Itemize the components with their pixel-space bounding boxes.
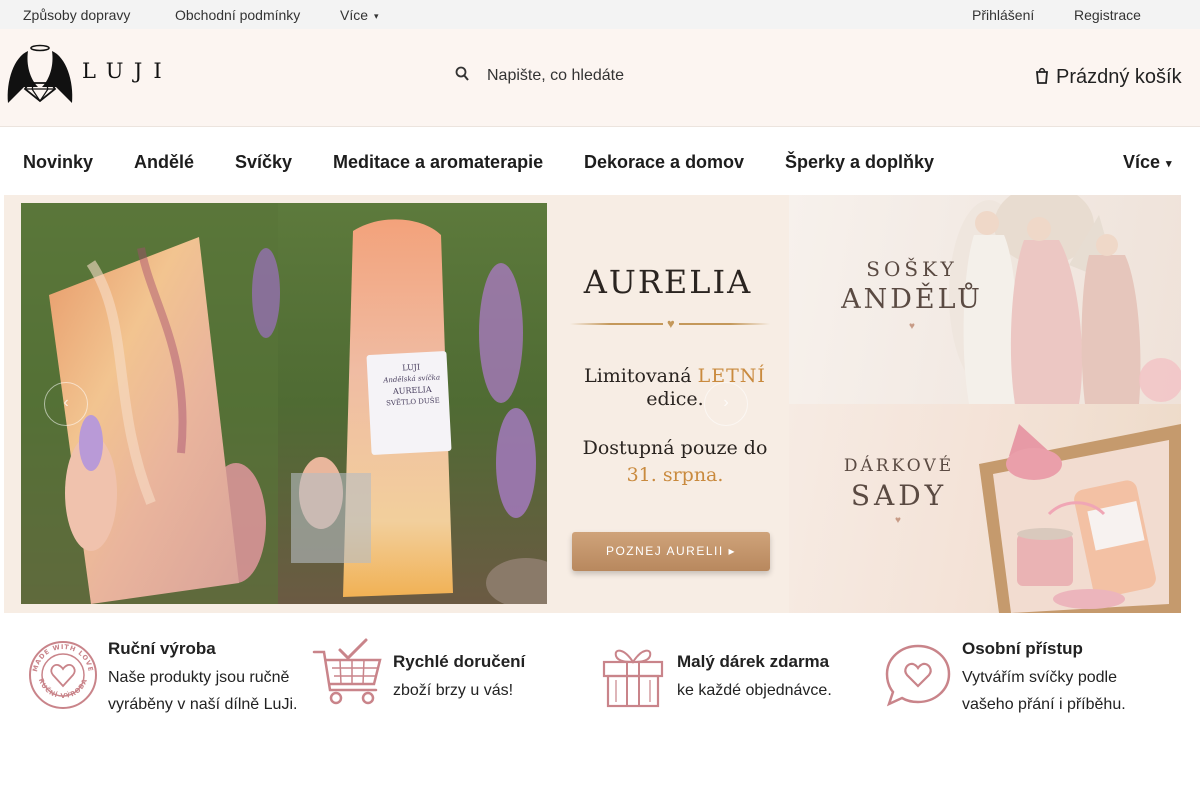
angel-figurines-banner[interactable]: SOŠKY ANDĚLŮ ♥ <box>789 195 1181 404</box>
benefit-title: Malý dárek zdarma <box>677 652 830 671</box>
slider-title: AURELIA <box>583 263 753 301</box>
gift-icon <box>602 649 664 708</box>
heart-icon: ♥ <box>909 321 915 332</box>
benefit-text-line2: vyráběny v naší dílně LuJi. <box>108 696 298 713</box>
main-navigation: Novinky Andělé Svíčky Meditace a aromate… <box>0 127 1200 195</box>
benefit-text: ke každé objednávce. <box>677 682 832 699</box>
slider-limited-text: Limitovaná LETNÍ edice. <box>547 365 789 411</box>
svg-text:RUČNÍ VÝROBA: RUČNÍ VÝROBA <box>37 677 89 700</box>
nav-item-andele[interactable]: Andělé <box>134 152 194 173</box>
nav-item-dekorace[interactable]: Dekorace a domov <box>584 152 744 173</box>
benefit-title: Ruční výroba <box>108 639 216 658</box>
slider-limited-pre: Limitovaná <box>584 365 698 387</box>
candle-photo: LUJI Andělská svíčka AURELIA SVĚTLO DUŠE <box>21 203 547 604</box>
shipping-link[interactable]: Způsoby dopravy <box>23 7 130 23</box>
hero-slider[interactable]: LUJI Andělská svíčka AURELIA SVĚTLO DUŠE… <box>4 195 789 613</box>
slider-limited-post: edice. <box>646 388 704 410</box>
benefit-text-line1: Vytvářím svíčky podle <box>962 669 1118 686</box>
candle-label: LUJI Andělská svíčka AURELIA SVĚTLO DUŠE <box>372 361 452 408</box>
site-header: LUJI Napište, co hledáte Prázdný košík <box>0 29 1200 127</box>
badge-bottom-text: RUČNÍ VÝROBA <box>37 677 89 700</box>
logo[interactable]: LUJI <box>4 43 184 105</box>
handmade-badge-icon: MADE WITH LOVE RUČNÍ VÝROBA <box>29 641 97 709</box>
candle-label-line1: Andělská svíčka <box>383 373 441 385</box>
login-link[interactable]: Přihlášení <box>972 7 1034 23</box>
slider-availability-text: Dostupná pouze do 31. srpna. <box>547 435 789 489</box>
angels-banner-line2: ANDĚLŮ <box>841 284 983 315</box>
nav-more-button[interactable]: Více ▾ <box>1123 152 1172 173</box>
chevron-down-icon: ▾ <box>374 10 379 21</box>
slider-next-button[interactable]: › <box>704 382 748 426</box>
nav-more-label: Více <box>1123 152 1161 172</box>
search-input[interactable]: Napište, co hledáte <box>487 67 624 85</box>
topbar-more-button[interactable]: Více ▾ <box>340 7 379 23</box>
slider-prev-button[interactable]: ‹ <box>44 382 88 426</box>
chevron-right-icon: › <box>723 394 729 411</box>
terms-link[interactable]: Obchodní podmínky <box>175 7 300 23</box>
slider-available-date: 31. srpna. <box>626 464 724 486</box>
candle-label-line2: AURELIA <box>392 384 432 396</box>
slider-available-line: Dostupná pouze do <box>582 437 768 459</box>
benefit-text-line1: Naše produkty jsou ručně <box>108 669 290 686</box>
nav-item-svicky[interactable]: Svíčky <box>235 152 292 173</box>
topbar-more-label: Více <box>340 7 369 23</box>
benefit-title: Osobní přístup <box>962 639 1083 658</box>
heart-icon: ♥ <box>895 515 901 526</box>
angels-banner-line1: SOŠKY <box>866 257 958 281</box>
top-utility-bar: Způsoby dopravy Obchodní podmínky Více ▾ … <box>0 0 1200 29</box>
heart-icon: ♥ <box>663 316 679 331</box>
chevron-left-icon: ‹ <box>63 394 69 411</box>
register-link[interactable]: Registrace <box>1074 7 1141 23</box>
chevron-down-icon: ▾ <box>1166 157 1172 170</box>
gift-sets-banner[interactable]: DÁRKOVÉ SADY ♥ <box>789 404 1181 613</box>
heart-chat-icon <box>885 644 951 707</box>
logo-text: LUJI <box>82 59 173 83</box>
benefit-title: Rychlé doručení <box>393 652 526 671</box>
search-icon[interactable] <box>455 65 469 83</box>
benefit-text: Vytvářím svíčky podle vašeho přání i pří… <box>962 664 1126 718</box>
nav-item-novinky[interactable]: Novinky <box>23 152 93 173</box>
benefit-text: zboží brzy u vás! <box>393 682 514 699</box>
benefit-text: Naše produkty jsou ručně vyráběny v naší… <box>108 664 297 718</box>
discover-aurelia-button[interactable]: POZNEJ AURELII ▸ <box>572 532 770 571</box>
benefit-text-line2: vašeho přání i příběhu. <box>962 696 1126 713</box>
angel-diamond-logo-icon <box>7 44 73 103</box>
gift-banner-line1: DÁRKOVÉ <box>843 456 955 476</box>
cart-button[interactable]: Prázdný košík <box>1056 66 1182 89</box>
shopping-cart-icon <box>312 638 382 705</box>
nav-item-sperky[interactable]: Šperky a doplňky <box>785 152 934 173</box>
nav-item-meditace[interactable]: Meditace a aromaterapie <box>333 152 543 173</box>
cart-icon[interactable] <box>1035 66 1049 84</box>
gift-banner-line2: SADY <box>850 479 948 512</box>
